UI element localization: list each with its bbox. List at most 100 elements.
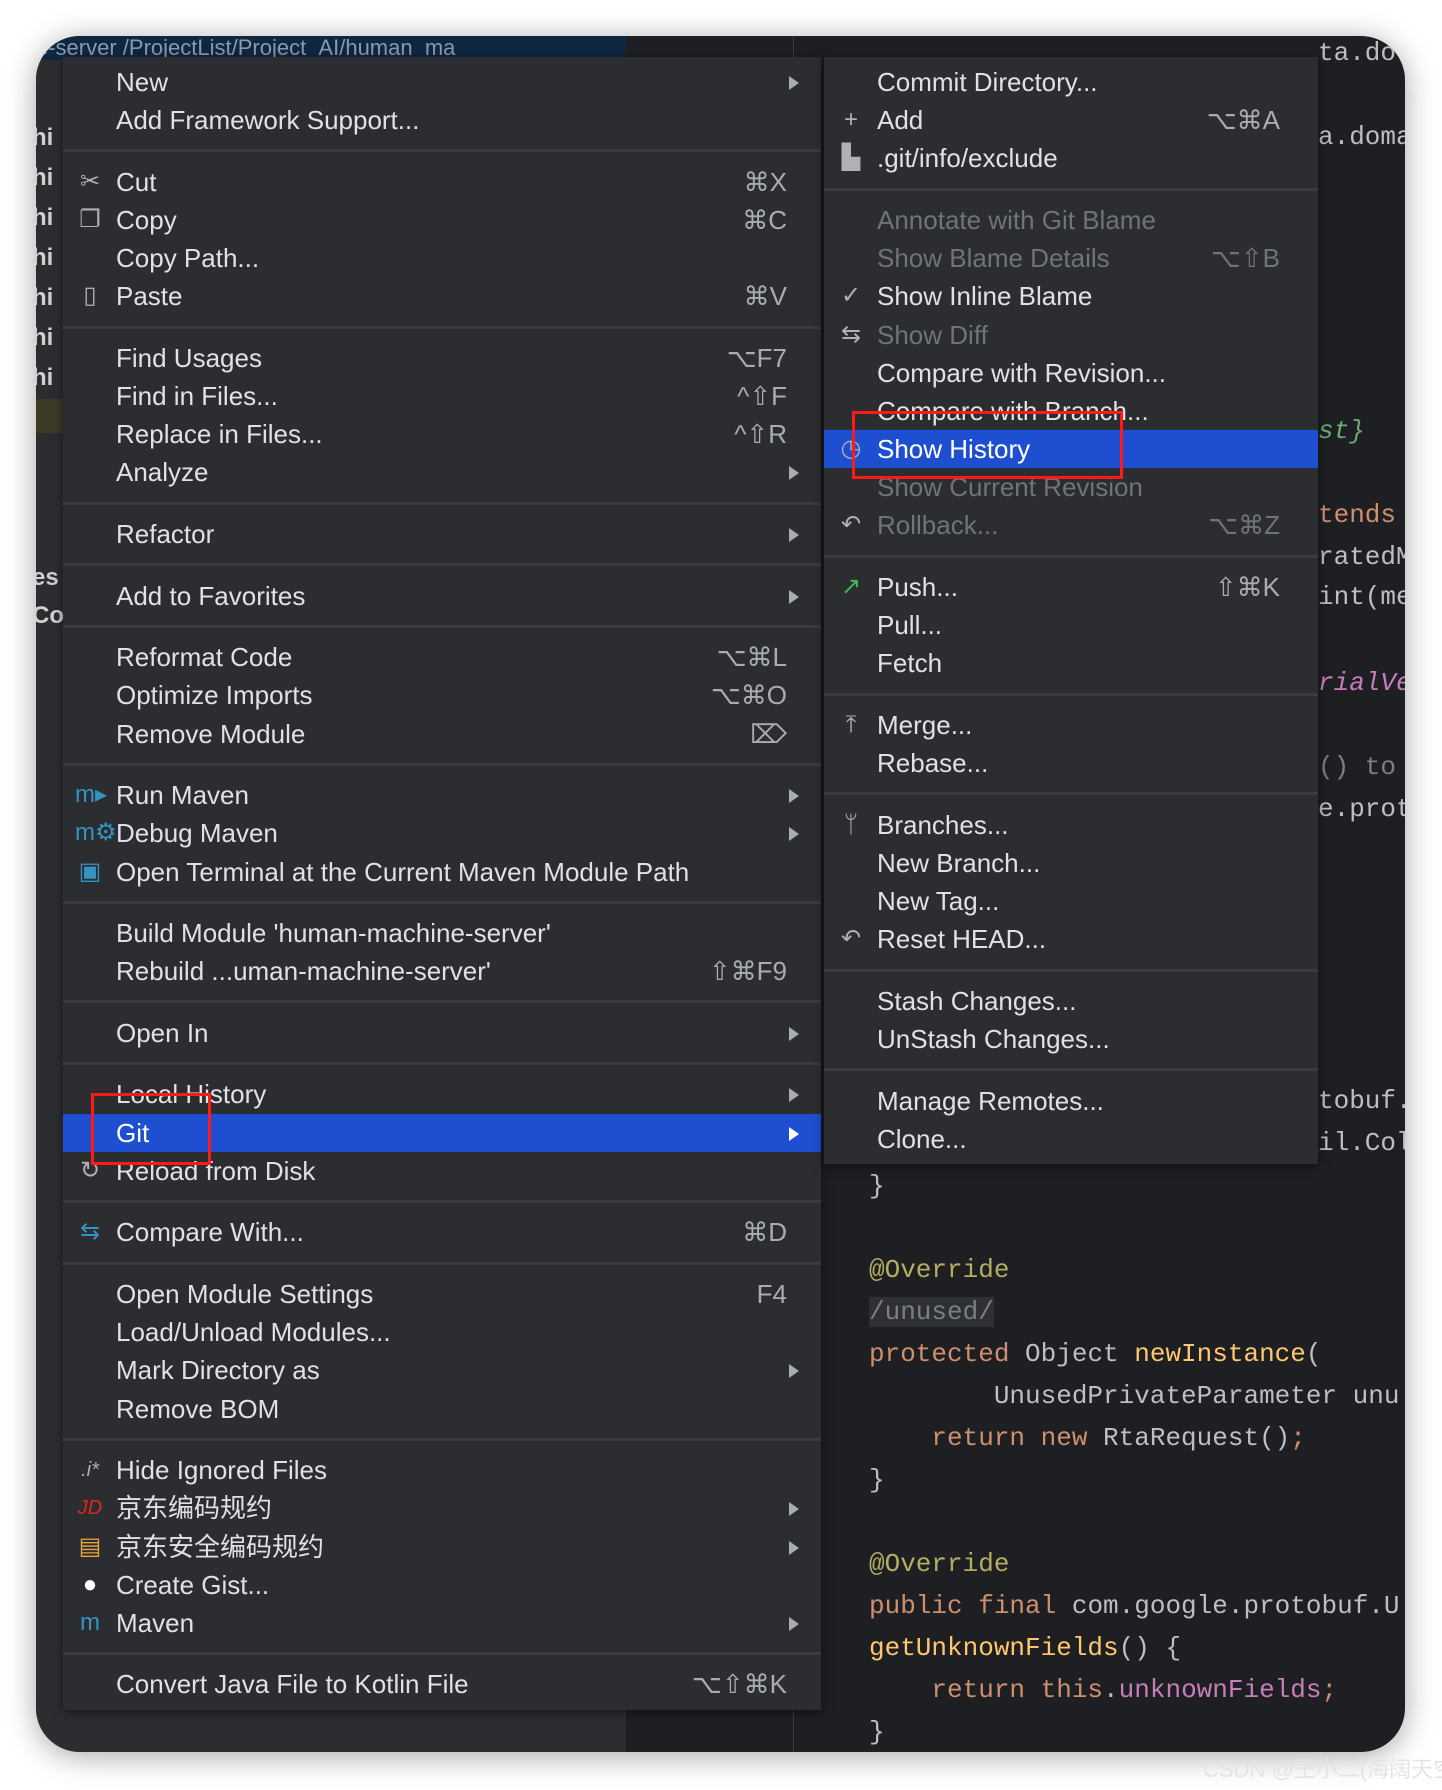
menu-item-maven[interactable]: m Maven (63, 1604, 821, 1642)
menu-item-copy[interactable]: ❐ Copy ⌘C (63, 201, 821, 239)
menu-item-rebuild-uman-machine-server[interactable]: Rebuild ...uman-machine-server' ⇧⌘F9 (63, 952, 821, 990)
menu-item-replace-in-files[interactable]: Replace in Files... ^⇧R (63, 415, 821, 453)
code-token: ; (1290, 1423, 1306, 1453)
project-tree-fragment[interactable]: hi (36, 124, 53, 152)
menu-item-add[interactable]: + Add ⌥⌘A (824, 101, 1318, 139)
menu-item-hide-ignored-files[interactable]: .i* Hide Ignored Files (63, 1451, 821, 1489)
code-token: com.google.protobuf.U (1071, 1591, 1400, 1621)
code-token: unknownFields (1118, 1675, 1322, 1705)
scissors-icon: ✂ (79, 167, 101, 195)
code-token: () { (1118, 1633, 1182, 1663)
menu-item-branches[interactable]: ᛘ Branches... (824, 806, 1318, 844)
menu-item-cut[interactable]: ✂ Cut ⌘X (63, 163, 821, 201)
menu-item-label: Mark Directory as (116, 1355, 320, 1386)
shortcut-label: ⌥F7 (726, 342, 787, 373)
project-tree-fragment[interactable]: es (36, 564, 59, 592)
menu-separator (63, 753, 821, 776)
menu-item-push[interactable]: ↗ Push... ⇧⌘K (824, 568, 1318, 606)
menu-item-mark-directory-as[interactable]: Mark Directory as (63, 1351, 821, 1389)
menu-item-optimize-imports[interactable]: Optimize Imports ⌥⌘O (63, 676, 821, 714)
menu-item-pull[interactable]: Pull... (824, 606, 1318, 644)
menu-item-run-maven[interactable]: m▸ Run Maven (63, 776, 821, 814)
project-tree-fragment[interactable]: hi (36, 204, 53, 232)
menu-item-label: Show Diff (877, 319, 988, 350)
menu-item-merge[interactable]: ⤒ Merge... (824, 706, 1318, 744)
menu-item-label: Add Framework Support... (116, 105, 420, 136)
code-line: @Override (869, 1549, 1009, 1579)
menu-item-add-to-favorites[interactable]: Add to Favorites (63, 577, 821, 615)
menu-item-label: Annotate with Git Blame (877, 204, 1156, 235)
menu-item-annotate-with-git-blame[interactable]: Annotate with Git Blame (824, 201, 1318, 239)
copy-icon: ❐ (79, 205, 101, 233)
menu-separator (63, 1428, 821, 1451)
menu-item-show-diff[interactable]: ⇆ Show Diff (824, 316, 1318, 354)
menu-item-label: Paste (116, 281, 183, 312)
menu-item-rebase[interactable]: Rebase... (824, 744, 1318, 782)
menu-item-debug-maven[interactable]: m⚙ Debug Maven (63, 814, 821, 852)
menu-item-new-tag[interactable]: New Tag... (824, 882, 1318, 920)
submenu-arrow-icon (789, 528, 799, 543)
menu-item-open-module-settings[interactable]: Open Module Settings F4 (63, 1275, 821, 1313)
menu-item-item[interactable]: JD 京东编码规约 (63, 1489, 821, 1527)
menu-item-show-blame-details[interactable]: Show Blame Details ⌥⇧B (824, 239, 1318, 277)
menu-item-analyze[interactable]: Analyze (63, 453, 821, 491)
menu-item-create-gist[interactable]: ● Create Gist... (63, 1566, 821, 1604)
menu-item-compare-with[interactable]: ⇆ Compare With... ⌘D (63, 1213, 821, 1251)
menu-item-load-unload-modules[interactable]: Load/Unload Modules... (63, 1313, 821, 1351)
code-fragment: ta.do (1318, 38, 1397, 68)
shortcut-label: ⌘D (742, 1217, 787, 1248)
shortcut-label: ⌦ (750, 718, 787, 749)
menu-item-label: Manage Remotes... (877, 1085, 1104, 1116)
menu-item-add-framework-support[interactable]: Add Framework Support... (63, 101, 821, 139)
code-token: Object (1025, 1339, 1135, 1369)
menu-item-find-in-files[interactable]: Find in Files... ^⇧F (63, 377, 821, 415)
menu-item-rollback[interactable]: ↶ Rollback... ⌥⌘Z (824, 506, 1318, 544)
menu-item-stash-changes[interactable]: Stash Changes... (824, 982, 1318, 1020)
menu-item-git-info-exclude[interactable]: ▙ .git/info/exclude (824, 139, 1318, 177)
menu-item-reformat-code[interactable]: Reformat Code ⌥⌘L (63, 638, 821, 676)
code-token: return this (869, 1675, 1104, 1705)
menu-item-manage-remotes[interactable]: Manage Remotes... (824, 1082, 1318, 1120)
menu-item-find-usages[interactable]: Find Usages ⌥F7 (63, 339, 821, 377)
menu-item-clone[interactable]: Clone... (824, 1120, 1318, 1158)
project-tree-fragment[interactable]: hi (36, 364, 53, 392)
menu-item-compare-with-revision[interactable]: Compare with Revision... (824, 354, 1318, 392)
code-line: public final com.google.protobuf.U (869, 1591, 1400, 1621)
menu-item-item[interactable]: ▤ 京东安全编码规约 (63, 1528, 821, 1566)
menu-item-build-module-human-machine-server[interactable]: Build Module 'human-machine-server' (63, 914, 821, 952)
menu-item-open-terminal-at-the-current-maven-module-path[interactable]: ▣ Open Terminal at the Current Maven Modu… (63, 853, 821, 891)
code-fragment: () to (1318, 752, 1397, 782)
menu-item-copy-path[interactable]: Copy Path... (63, 239, 821, 277)
menu-item-remove-module[interactable]: Remove Module ⌦ (63, 715, 821, 753)
project-tree-fragment[interactable]: Co (36, 602, 64, 630)
project-tree-fragment[interactable]: hi (36, 284, 53, 312)
menu-item-label: Fetch (877, 648, 943, 679)
submenu-arrow-icon (789, 1540, 799, 1555)
menu-item-reset-head[interactable]: ↶ Reset HEAD... (824, 920, 1318, 958)
maven-debug-icon: m⚙ (75, 819, 117, 847)
menu-item-label: Replace in Files... (116, 419, 323, 450)
menu-item-commit-directory[interactable]: Commit Directory... (824, 63, 1318, 101)
menu-item-label: Push... (877, 572, 958, 603)
project-tree-fragment[interactable]: hi (36, 324, 53, 352)
menu-separator (63, 891, 821, 914)
menu-item-new[interactable]: New (63, 63, 821, 101)
menu-item-new-branch[interactable]: New Branch... (824, 844, 1318, 882)
menu-item-convert-java-file-to-kotlin-file[interactable]: Convert Java File to Kotlin File ⌥⇧⌘K (63, 1665, 821, 1703)
highlight-box-git (91, 1093, 211, 1165)
menu-item-show-inline-blame[interactable]: ✓ Show Inline Blame (824, 277, 1318, 315)
menu-item-fetch[interactable]: Fetch (824, 644, 1318, 682)
project-tree-fragment[interactable]: hi (36, 164, 53, 192)
menu-item-label: Reformat Code (116, 642, 293, 673)
maven-terminal-icon: ▣ (78, 857, 102, 885)
menu-item-unstash-changes[interactable]: UnStash Changes... (824, 1020, 1318, 1058)
menu-item-paste[interactable]: ▯ Paste ⌘V (63, 277, 821, 315)
menu-item-refactor[interactable]: Refactor (63, 515, 821, 553)
menu-item-label: New Tag... (877, 886, 1000, 917)
project-tree-fragment[interactable]: hi (36, 244, 53, 272)
shortcut-label: ⇧⌘K (1214, 572, 1280, 603)
menu-separator (63, 1252, 821, 1275)
maven-icon: m (80, 1608, 100, 1636)
menu-item-open-in[interactable]: Open In (63, 1014, 821, 1052)
menu-item-remove-bom[interactable]: Remove BOM (63, 1390, 821, 1428)
